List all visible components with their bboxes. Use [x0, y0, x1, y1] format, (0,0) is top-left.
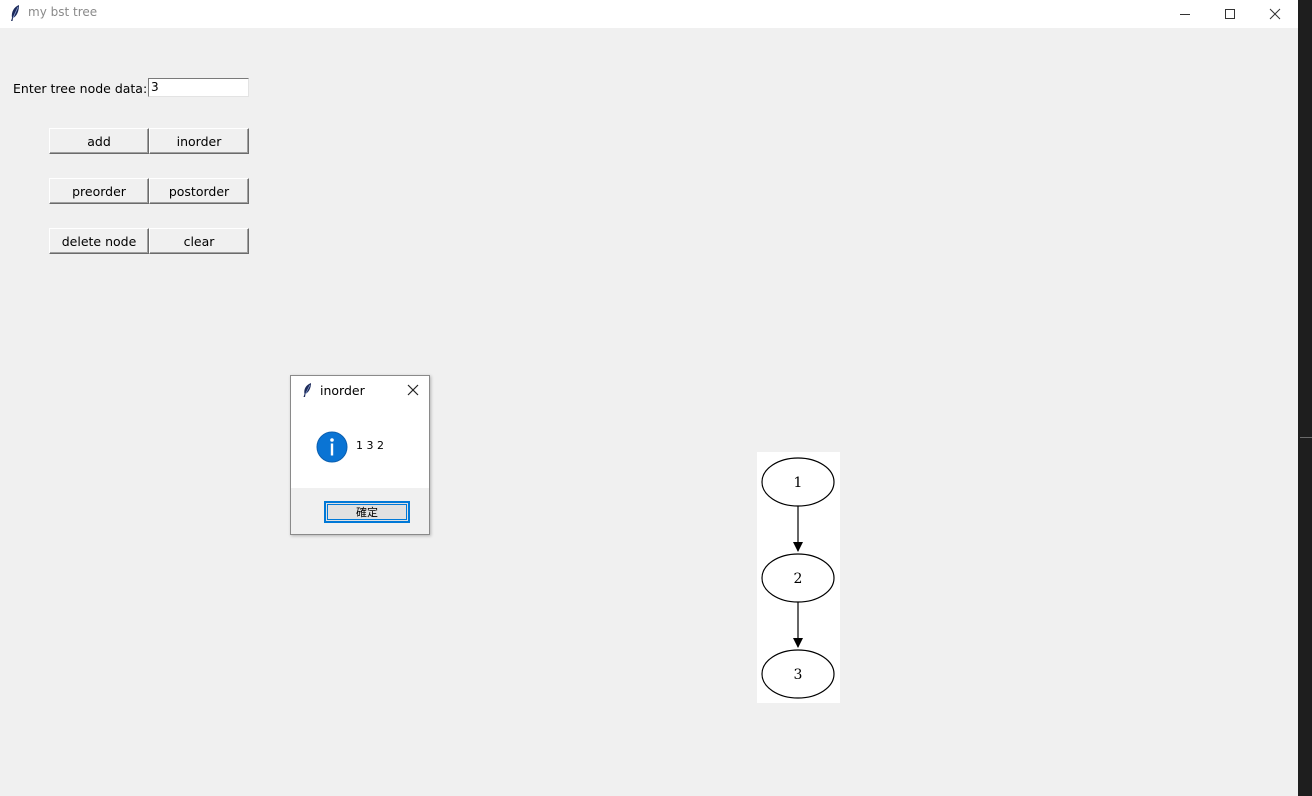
tree-node: 2 — [761, 553, 835, 603]
ok-button-label: 確定 — [356, 506, 378, 519]
maximize-icon — [1225, 9, 1235, 19]
clear-button[interactable]: clear — [149, 228, 249, 254]
tree-node: 3 — [761, 649, 835, 699]
node-data-input[interactable]: 3 — [148, 78, 249, 97]
tree-node: 1 — [761, 457, 835, 507]
minimize-button[interactable] — [1162, 0, 1208, 28]
inorder-dialog: inorder 1 3 2 確定 — [290, 375, 430, 535]
tree-node-label: 3 — [794, 667, 803, 683]
ok-button[interactable]: 確定 — [324, 501, 410, 523]
dialog-close-button[interactable] — [404, 381, 422, 399]
window-title: my bst tree — [28, 5, 98, 19]
dialog-footer: 確定 — [291, 488, 429, 534]
dialog-title: inorder — [320, 383, 365, 398]
background-window-edge — [1298, 0, 1312, 796]
postorder-button[interactable]: postorder — [149, 178, 249, 204]
title-bar: my bst tree — [0, 0, 1298, 28]
info-icon — [316, 431, 348, 463]
preorder-button[interactable]: preorder — [49, 178, 149, 204]
tree-node-label: 1 — [794, 475, 803, 491]
add-button[interactable]: add — [49, 128, 149, 154]
feather-icon — [8, 4, 22, 22]
close-button[interactable] — [1252, 0, 1298, 28]
maximize-button[interactable] — [1207, 0, 1253, 28]
dialog-message: 1 3 2 — [356, 439, 384, 452]
minimize-icon — [1180, 14, 1190, 15]
entry-label: Enter tree node data: — [13, 81, 148, 96]
tree-graph: 1 2 3 — [757, 452, 840, 703]
delete-node-button[interactable]: delete node — [49, 228, 149, 254]
close-icon — [1269, 8, 1281, 20]
inorder-button[interactable]: inorder — [149, 128, 249, 154]
feather-icon — [301, 382, 313, 398]
close-icon — [407, 384, 419, 396]
edge-divider — [1300, 437, 1312, 438]
tree-node-label: 2 — [794, 571, 803, 587]
